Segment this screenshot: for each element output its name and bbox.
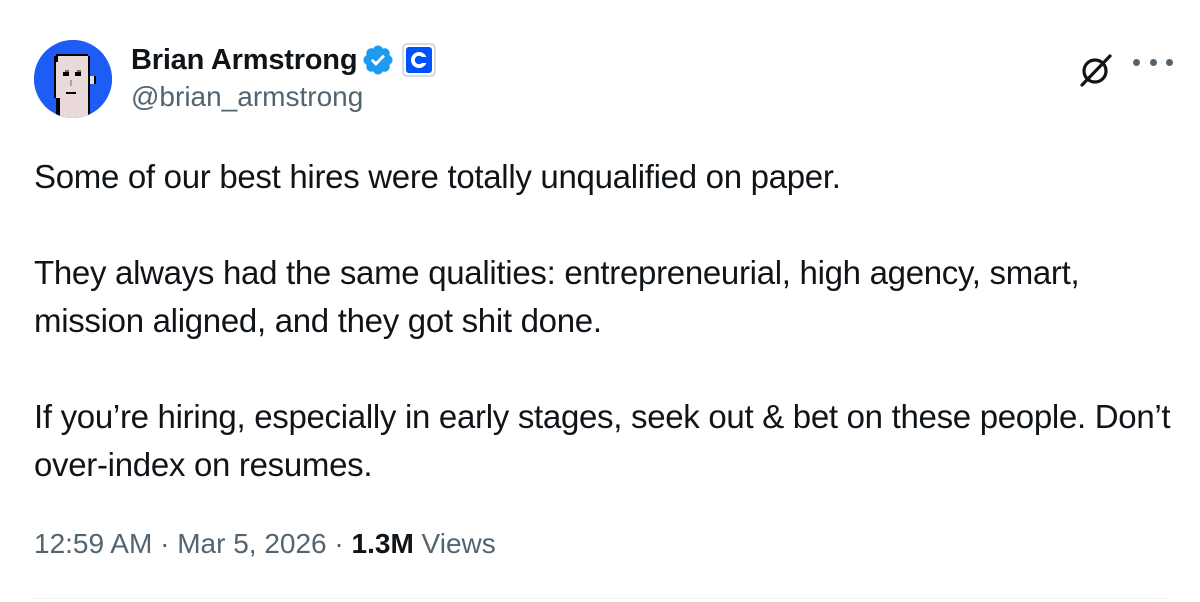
views-label: Views: [421, 528, 496, 559]
views-count[interactable]: 1.3M: [352, 528, 414, 559]
tweet-paragraph: Some of our best hires were totally unqu…: [34, 158, 841, 195]
avatar[interactable]: [34, 40, 112, 118]
author-info: Brian Armstrong @brian_armstrong: [131, 41, 437, 115]
tweet-meta: 12:59 AM · Mar 5, 2026 · 1.3M Views: [34, 526, 496, 562]
tweet-text: Some of our best hires were totally unqu…: [34, 153, 1184, 489]
tweet-time[interactable]: 12:59 AM: [34, 528, 152, 559]
tweet-card: Brian Armstrong @brian_armstrong Some of…: [0, 0, 1200, 602]
pixel-punk-avatar-icon: [34, 40, 112, 118]
coinbase-logo-icon[interactable]: [402, 43, 437, 77]
dot-icon: [1133, 58, 1140, 66]
tweet-paragraph: If you’re hiring, especially in early st…: [34, 398, 1171, 483]
author-handle[interactable]: @brian_armstrong: [131, 79, 436, 115]
author-name-row: Brian Armstrong: [131, 41, 437, 79]
grok-icon[interactable]: [1076, 50, 1116, 90]
meta-separator: ·: [160, 528, 170, 559]
dot-icon: [1149, 58, 1157, 66]
tweet-paragraph: They always had the same qualities: entr…: [34, 254, 1080, 339]
verified-badge-icon[interactable]: [361, 43, 395, 77]
meta-separator: ·: [334, 528, 344, 559]
dot-icon: [1166, 58, 1173, 66]
tweet-date[interactable]: Mar 5, 2026: [177, 528, 326, 559]
author-display-name[interactable]: Brian Armstrong: [131, 41, 358, 79]
more-options-icon[interactable]: [1133, 50, 1173, 74]
divider: [34, 598, 1166, 599]
